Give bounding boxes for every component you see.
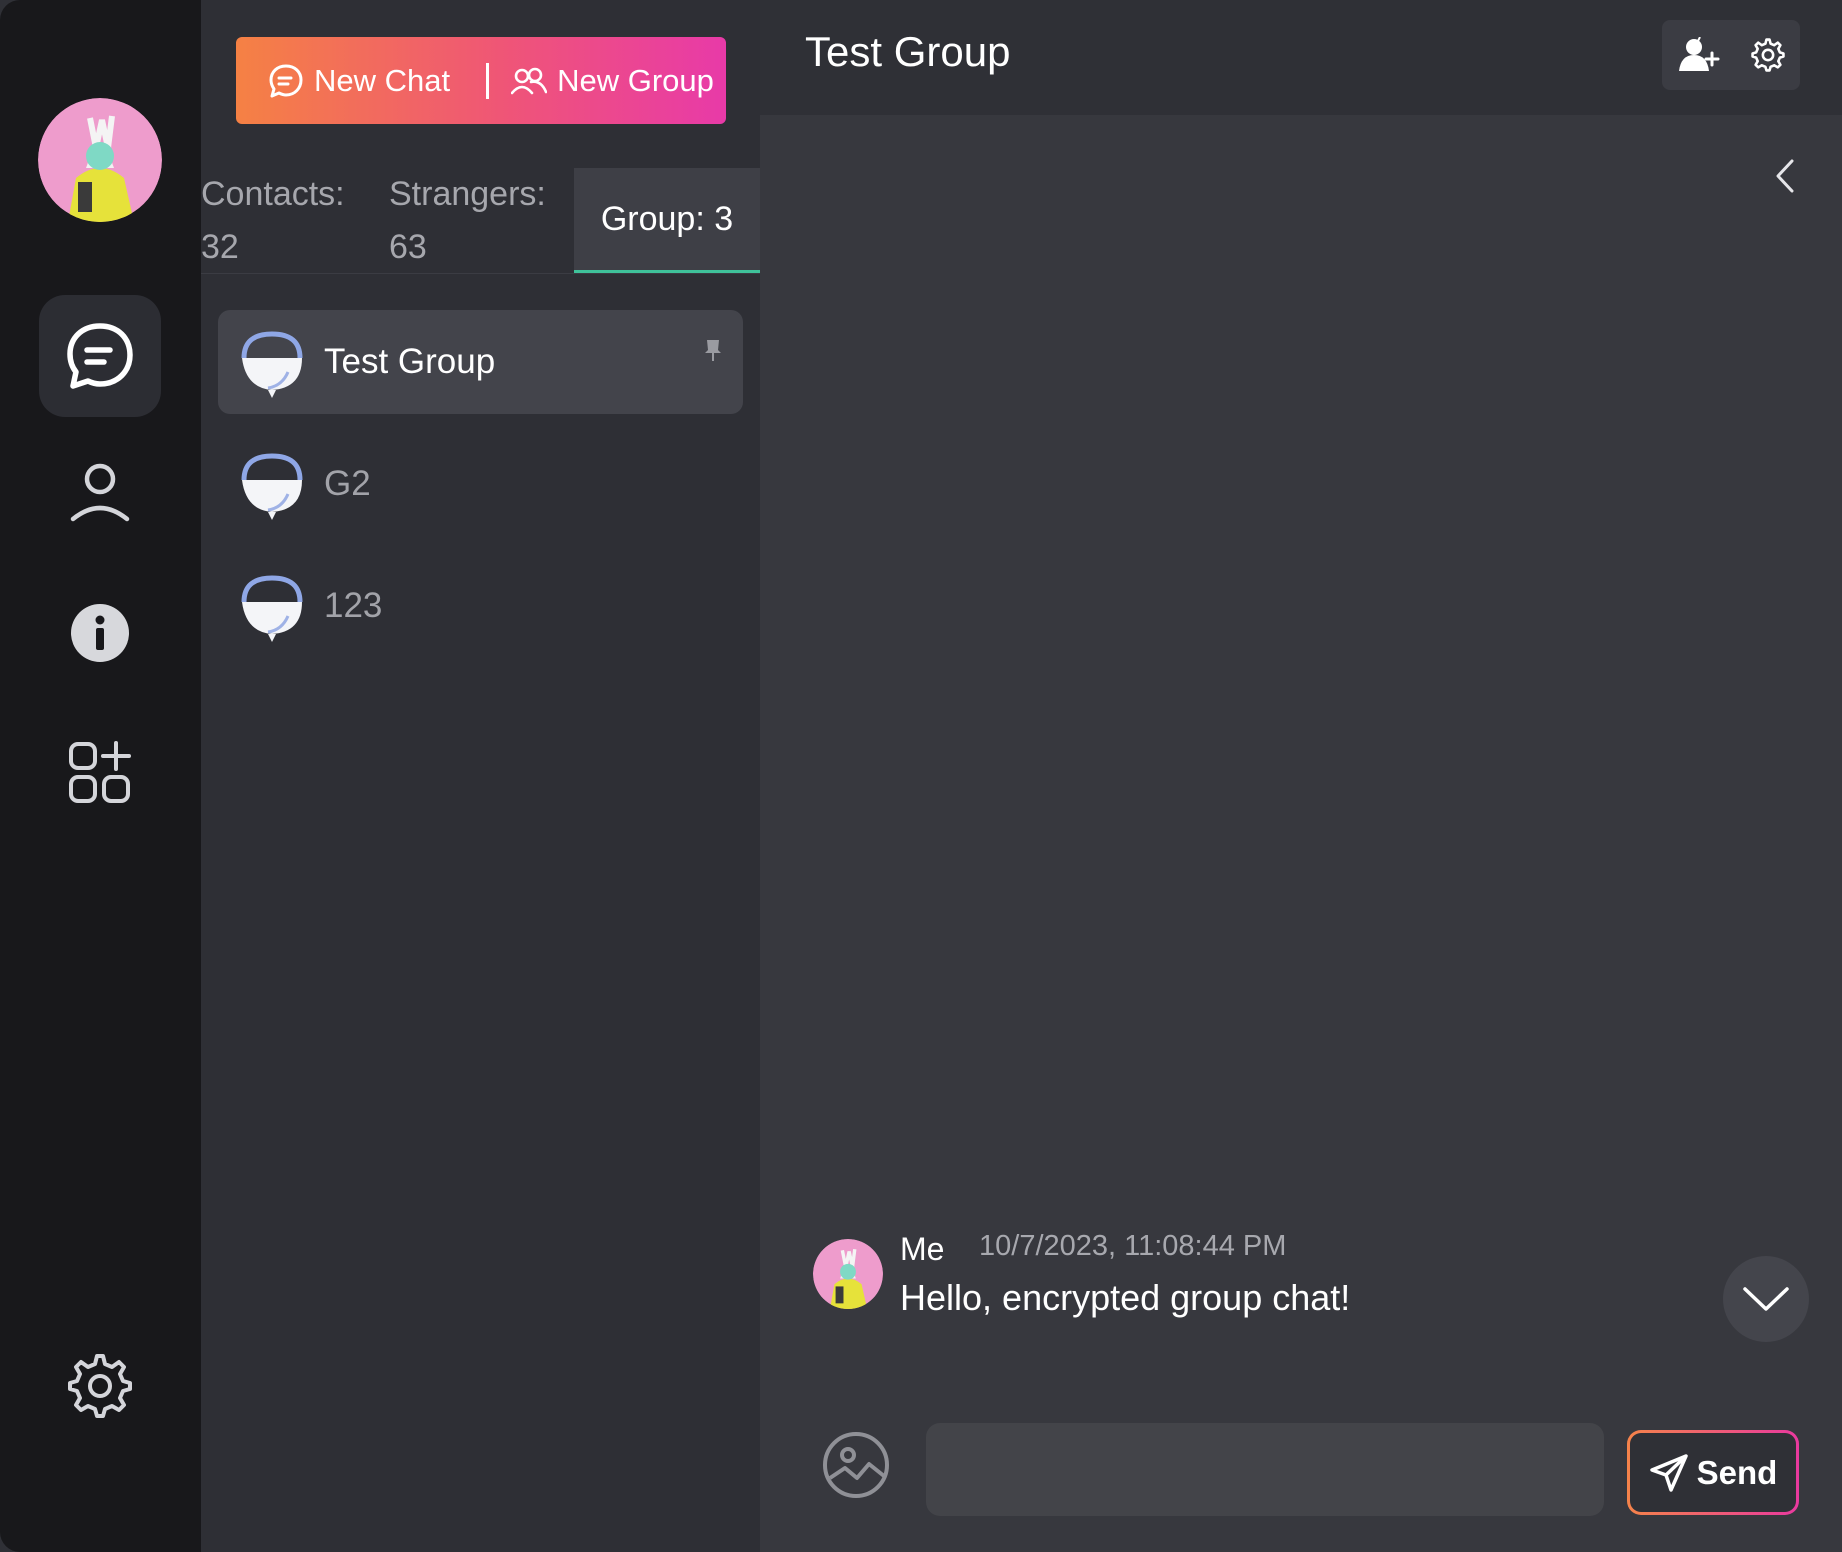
group-name: Test Group	[324, 342, 496, 381]
tab-group[interactable]: Group: 3	[574, 168, 760, 273]
tab-contacts-label: Contacts:	[201, 175, 345, 213]
send-icon	[1649, 1453, 1688, 1492]
apps-add-icon	[69, 741, 131, 803]
chat-bubble-icon	[67, 323, 133, 389]
group-name: 123	[324, 586, 383, 625]
tab-group-label: Group: 3	[600, 199, 734, 238]
send-label: Send	[1696, 1453, 1778, 1491]
chevron-left-icon[interactable]	[1774, 158, 1796, 194]
new-group-label: New Group	[557, 62, 714, 98]
conversation-list-panel: New Chat New Group Contacts: 32 Stranger…	[201, 0, 760, 1552]
add-member-icon[interactable]	[1678, 37, 1720, 73]
group-avatar-icon	[241, 331, 303, 398]
group-avatar-icon	[241, 575, 303, 642]
nav-settings-button[interactable]	[39, 1325, 161, 1447]
nav-info-button[interactable]	[39, 572, 161, 694]
gear-icon[interactable]	[1750, 38, 1785, 72]
message-input[interactable]	[926, 1423, 1604, 1516]
divider	[486, 62, 490, 99]
nav-apps-button[interactable]	[39, 712, 161, 834]
new-chat-group-bar: New Chat New Group	[236, 37, 726, 124]
chat-header-actions	[1662, 20, 1800, 90]
navigation-rail	[0, 0, 201, 1552]
new-chat-label: New Chat	[314, 62, 451, 98]
nav-contacts-button[interactable]	[39, 431, 161, 553]
tab-contacts-count: 32	[201, 228, 239, 266]
list-item[interactable]: Test Group	[218, 310, 743, 414]
new-group-button[interactable]: New Group	[511, 37, 714, 124]
chat-panel: Test Group Me 10/7/2023, 11:08:44 PM Hel…	[760, 0, 1842, 1552]
user-icon	[70, 463, 130, 522]
chat-title: Test Group	[805, 28, 1011, 75]
group-icon	[511, 67, 548, 94]
scroll-to-bottom-button[interactable]	[1723, 1256, 1809, 1342]
chat-bubble-icon	[269, 64, 303, 97]
list-item[interactable]: G2	[218, 432, 743, 536]
message-text: Hello, encrypted group chat!	[900, 1277, 1351, 1318]
pin-icon	[705, 340, 721, 361]
tab-strangers-label: Strangers:	[389, 175, 546, 213]
new-chat-button[interactable]: New Chat	[236, 37, 450, 124]
group-name: G2	[324, 464, 371, 503]
send-button[interactable]: Send	[1627, 1430, 1799, 1515]
chevron-down-icon	[1743, 1287, 1789, 1311]
info-icon	[71, 604, 129, 662]
message-timestamp: 10/7/2023, 11:08:44 PM	[979, 1230, 1287, 1262]
avatar[interactable]	[813, 1239, 883, 1309]
gear-icon	[68, 1354, 132, 1418]
tab-strangers-count: 63	[389, 228, 427, 266]
tab-strangers[interactable]: Strangers: 63	[389, 168, 569, 273]
list-tabs: Contacts: 32 Strangers: 63 Group: 3	[201, 168, 760, 274]
group-avatar-icon	[241, 453, 303, 520]
nav-chats-button[interactable]	[39, 295, 161, 417]
tab-contacts[interactable]: Contacts: 32	[201, 168, 386, 273]
list-item[interactable]: 123	[218, 554, 743, 658]
user-avatar[interactable]	[38, 98, 162, 222]
chat-header: Test Group	[760, 0, 1842, 115]
image-upload-icon[interactable]	[821, 1430, 891, 1500]
message-sender: Me	[900, 1231, 945, 1267]
